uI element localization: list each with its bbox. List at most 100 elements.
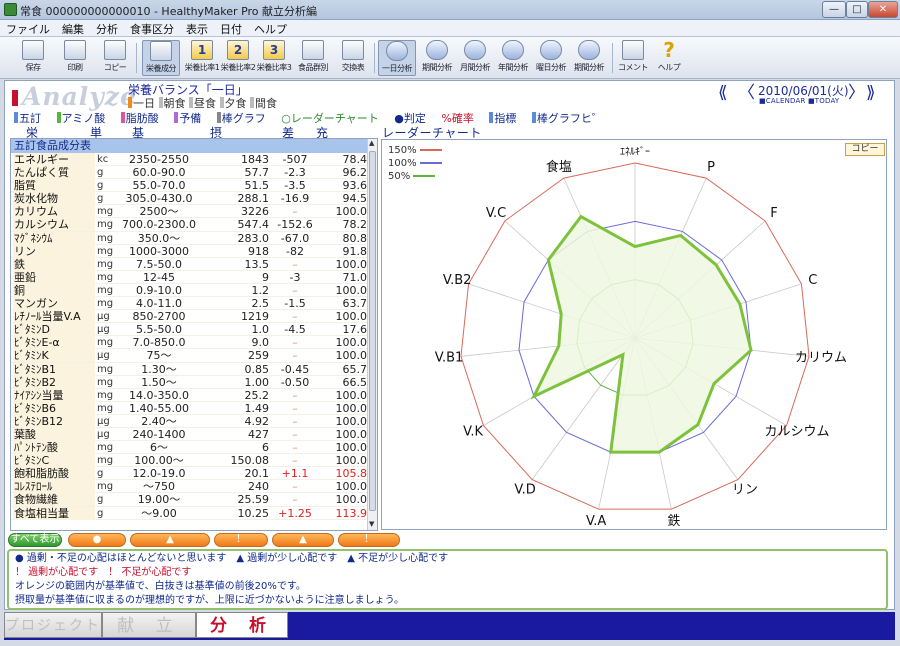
table-caption: 五訂食品成分表 xyxy=(11,139,369,153)
ratio-1-button[interactable]: 1 栄養比率1 xyxy=(184,40,220,76)
table-row[interactable]: エネルギー kc 2350-2550 1843 -507 78.4 xyxy=(11,153,369,167)
table-row[interactable]: リン mg 1000-3000 918 -82 91.8 xyxy=(11,244,369,258)
filter-breakfast[interactable]: 朝食 xyxy=(158,97,186,110)
menu-analysis[interactable]: 分析 xyxy=(90,20,124,38)
close-button[interactable]: ✕ xyxy=(868,1,898,18)
table-row[interactable]: 飽和脂肪酸 g 12.0-19.0 20.1 +1.1 105.8 xyxy=(11,467,369,481)
table-row[interactable]: ﾅｲｱｼﾝ当量 mg 14.0-350.0 25.2 – 100.0 xyxy=(11,388,369,402)
rate-cell: 100.0 xyxy=(335,493,368,507)
table-row[interactable]: ﾊﾟﾝﾄﾃﾝ酸 mg 6～ 6 – 100.0 xyxy=(11,441,369,455)
show-all-button[interactable]: すべて表示 xyxy=(8,533,62,547)
copy-button[interactable]: コピー xyxy=(100,40,130,76)
day-analysis-icon xyxy=(386,41,408,61)
legend-100: 100% xyxy=(388,157,442,170)
table-row[interactable]: カリウム mg 2500～ 3226 – 100.0 xyxy=(11,205,369,219)
table-row[interactable]: 食物繊維 g 19.00～ 25.59 – 100.0 xyxy=(11,493,369,507)
tab-project[interactable]: プロジェクト xyxy=(4,612,102,638)
last-day-icon[interactable]: ⟫ xyxy=(866,84,875,102)
table-row[interactable]: 葉酸 μg 240-1400 427 – 100.0 xyxy=(11,427,369,442)
menu-view[interactable]: 表示 xyxy=(180,20,214,38)
table-scrollbar[interactable]: ▲ ▼ xyxy=(367,139,377,530)
print-button[interactable]: 印刷 xyxy=(60,40,90,76)
unit-cell: mg xyxy=(97,206,114,218)
unit-cell: μg xyxy=(97,428,110,440)
table-row[interactable]: カルシウム mg 700.0-2300.0 547.4 -152.6 78.2 xyxy=(11,218,369,232)
chart-copy-button[interactable]: コピー xyxy=(845,143,885,156)
nutrition-button[interactable]: 栄養成分 xyxy=(142,40,180,76)
option-bar-ratio[interactable]: 棒グラフヒ゜ xyxy=(531,112,609,125)
diff-cell: -507 xyxy=(282,153,308,166)
menu-file[interactable]: ファイル xyxy=(0,20,56,38)
diff-cell: -4.5 xyxy=(284,323,306,337)
menu-meal-type[interactable]: 食事区分 xyxy=(124,20,180,38)
table-row[interactable]: マンガン mg 4.0-11.0 2.5 -1.5 63.7 xyxy=(11,297,369,311)
scroll-down-icon[interactable]: ▼ xyxy=(369,520,374,528)
tab-analysis[interactable]: 分 析 xyxy=(196,612,288,638)
table-row[interactable]: 脂質 g 55.0-70.0 51.5 -3.5 93.6 xyxy=(11,179,369,193)
filter-snack[interactable]: 間食 xyxy=(250,97,277,110)
menu-help[interactable]: ヘルプ xyxy=(248,20,293,38)
rate-cell: 93.6 xyxy=(342,179,368,193)
unit-cell: g xyxy=(97,507,104,519)
table-row[interactable]: 炭水化物 g 305.0-430.0 288.1 -16.9 94.5 xyxy=(11,192,369,206)
day-analysis-button[interactable]: 一日分析 xyxy=(378,40,416,76)
diff-cell: – xyxy=(292,493,298,507)
filter-ok-button[interactable]: ● xyxy=(68,533,126,547)
unit-cell: g xyxy=(97,180,104,192)
table-row[interactable]: 亜鉛 mg 12-45 9 -3 71.0 xyxy=(11,270,369,284)
table-row[interactable]: ﾋﾞﾀﾐﾝD μg 5.5-50.0 1.0 -4.5 17.6 xyxy=(11,323,369,337)
table-row[interactable]: ﾋﾞﾀﾐﾝE-α mg 7.0-850.0 9.0 – 100.0 xyxy=(11,336,369,350)
period-analysis-button[interactable]: 期間分析 xyxy=(418,40,456,76)
tab-menu[interactable]: 献 立 xyxy=(102,612,196,638)
standard-cell: ～750 xyxy=(143,480,175,494)
save-button[interactable]: 保存 xyxy=(18,40,48,76)
table-row[interactable]: ﾏｸﾞﾈｼｳﾑ mg 350.0～ 283.0 -67.0 80.8 xyxy=(11,231,369,245)
option-reserve[interactable]: 予備 xyxy=(174,112,207,125)
minimize-button[interactable]: — xyxy=(822,1,846,18)
diff-cell: – xyxy=(292,480,298,494)
scroll-thumb[interactable] xyxy=(369,151,376,511)
menu-date[interactable]: 日付 xyxy=(214,20,248,38)
table-row[interactable]: ﾚﾁﾉｰﾙ当量V.A μg 850-2700 1219 – 100.0 xyxy=(11,310,369,324)
unit-cell: mg xyxy=(97,245,114,257)
ratio-2-button[interactable]: 2 栄養比率2 xyxy=(220,40,256,76)
table-row[interactable]: ﾋﾞﾀﾐﾝB12 μg 2.40～ 4.92 – 100.0 xyxy=(11,414,369,428)
maximize-button[interactable]: □ xyxy=(846,1,868,18)
menu-edit[interactable]: 編集 xyxy=(56,20,90,38)
ratio-3-button[interactable]: 3 栄養比率3 xyxy=(256,40,292,76)
filter-over-minor-button[interactable]: ▲ xyxy=(272,533,334,547)
month-analysis-button[interactable]: 月間分析 xyxy=(456,40,494,76)
intake-cell: 13.5 xyxy=(244,257,270,271)
filter-lunch[interactable]: 昼食 xyxy=(189,97,216,110)
filter-over-button[interactable]: ！ xyxy=(338,533,400,547)
weekday-analysis-button[interactable]: 曜日分析 xyxy=(532,40,570,76)
scroll-up-icon[interactable]: ▲ xyxy=(369,139,374,147)
option-amino-acid[interactable]: アミノ酸 xyxy=(56,112,112,125)
year-analysis-button[interactable]: 年間分析 xyxy=(494,40,532,76)
table-row[interactable]: ﾋﾞﾀﾐﾝK μg 75～ 259 – 100.0 xyxy=(11,349,369,363)
filter-dinner[interactable]: 夕食 xyxy=(219,97,247,110)
table-row[interactable]: ｺﾚｽﾃﾛｰﾙ mg ～750 240 – 100.0 xyxy=(11,480,369,494)
prev-day-icon[interactable]: 〈 xyxy=(738,84,755,102)
period-analysis-2-button[interactable]: 期間分析 xyxy=(570,40,608,76)
table-row[interactable]: ﾋﾞﾀﾐﾝC mg 100.00～ 150.08 – 100.0 xyxy=(11,454,369,468)
comment-button[interactable]: コメント xyxy=(616,40,650,76)
table-row[interactable]: 鉄 mg 7.5-50.0 13.5 – 100.0 xyxy=(11,257,369,271)
exchange-button[interactable]: 交換表 xyxy=(336,40,370,76)
table-row[interactable]: ﾋﾞﾀﾐﾝB2 mg 1.50～ 1.00 -0.50 66.5 xyxy=(11,375,369,389)
food-group-button[interactable]: 食品群別 xyxy=(296,40,330,76)
next-day-icon[interactable]: 〉 xyxy=(848,84,865,102)
calendar-today-links[interactable]: ■CALENDAR ■TODAY xyxy=(759,97,839,105)
table-row[interactable]: たんぱく質 g 60.0-90.0 57.7 -2.3 96.2 xyxy=(11,166,369,180)
filter-low-minor-button[interactable]: ▲ xyxy=(130,533,210,547)
table-row[interactable]: ﾋﾞﾀﾐﾝB6 mg 1.40-55.00 1.49 – 100.0 xyxy=(11,401,369,415)
filter-day[interactable]: 一日 xyxy=(128,97,155,110)
filter-low-button[interactable]: ！ xyxy=(214,533,268,547)
first-day-icon[interactable]: ⟪ xyxy=(718,84,727,102)
table-row[interactable]: 食塩相当量 g ～9.00 10.25 +1.25 113.9 xyxy=(11,506,369,520)
table-row[interactable]: 銅 mg 0.9-10.0 1.2 – 100.0 xyxy=(11,283,369,298)
rate-cell: 96.2 xyxy=(342,166,368,180)
option-bar-graph[interactable]: 棒グラフ xyxy=(216,112,272,125)
table-row[interactable]: ﾋﾞﾀﾐﾝB1 mg 1.30～ 0.85 -0.45 65.7 xyxy=(11,362,369,376)
help-button[interactable]: ? ヘルプ xyxy=(652,40,686,76)
